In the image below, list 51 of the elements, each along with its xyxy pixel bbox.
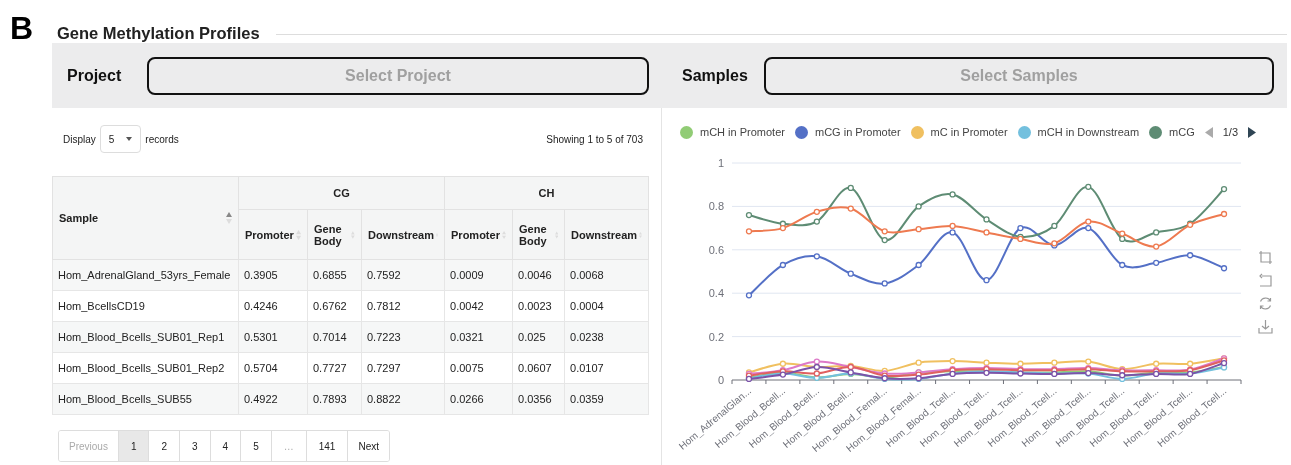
table-cell: 0.0004: [564, 290, 649, 322]
table-cell: Hom_Blood_Bcells_SUB01_Rep1: [52, 321, 239, 353]
table-cell: 0.7592: [361, 259, 445, 291]
table-cell: 0.4922: [238, 383, 308, 415]
group-header: CG: [238, 176, 445, 210]
axis-tick-label: 1: [717, 157, 724, 169]
table-cell: Hom_Blood_Bcells_SUB01_Rep2: [52, 352, 239, 384]
group-header: CH: [444, 176, 649, 210]
table-cell: 0.0266: [444, 383, 513, 415]
table-cell: 0.8822: [361, 383, 445, 415]
table-cell: 0.7297: [361, 352, 445, 384]
table-cell: 0.0075: [444, 352, 513, 384]
table-cell: 0.0009: [444, 259, 513, 291]
table-cell: 0.6855: [307, 259, 362, 291]
table-cell: 0.5301: [238, 321, 308, 353]
table-cell: 0.0068: [564, 259, 649, 291]
axis-tick-label: 0.6: [708, 243, 724, 256]
table-cell: 0.0359: [564, 383, 649, 415]
table-cell: Hom_BcellsCD19: [52, 290, 239, 322]
records-info: Showing 1 to 5 of 703: [546, 133, 643, 145]
table-cell: 0.0023: [512, 290, 565, 322]
table-cell: 0.7812: [361, 290, 445, 322]
table-cell: 0.0321: [444, 321, 513, 353]
table-cell: 0.0238: [564, 321, 649, 353]
records-label: records: [145, 133, 179, 145]
table-cell: 0.3905: [238, 259, 308, 291]
table-cell: 0.7223: [361, 321, 445, 353]
table-cell: 0.7727: [307, 352, 362, 384]
legend-page-counter: 1/3: [1222, 126, 1238, 138]
axis-tick-label: 0.8: [708, 200, 724, 213]
table-cell: Hom_AdrenalGland_53yrs_Female: [52, 259, 239, 291]
filter-label: Samples: [682, 66, 749, 85]
table-cell: 0.025: [512, 321, 565, 353]
table-cell: Hom_Blood_Bcells_SUB55: [52, 383, 239, 415]
axis-tick-label: 0.4: [708, 287, 724, 300]
filter-label: Project: [67, 66, 123, 85]
panel-letter: B: [10, 13, 35, 43]
display-label: Display: [63, 133, 96, 145]
table-cell: 0.5704: [238, 352, 308, 384]
section-title: Gene Methylation Profiles: [57, 24, 260, 43]
table-cell: 0.0356: [512, 383, 565, 415]
table-cell: 0.7014: [307, 321, 362, 353]
axis-tick-label: 0: [717, 374, 724, 386]
table-cell: 0.0046: [512, 259, 565, 291]
table-cell: 0.7893: [307, 383, 362, 415]
table-cell: 0.0107: [564, 352, 649, 384]
table-cell: 0.4246: [238, 290, 308, 322]
table-cell: 0.0042: [444, 290, 513, 322]
table-cell: 0.0607: [512, 352, 565, 384]
table-cell: 0.6762: [307, 290, 362, 322]
axis-tick-label: 0.2: [708, 330, 724, 343]
